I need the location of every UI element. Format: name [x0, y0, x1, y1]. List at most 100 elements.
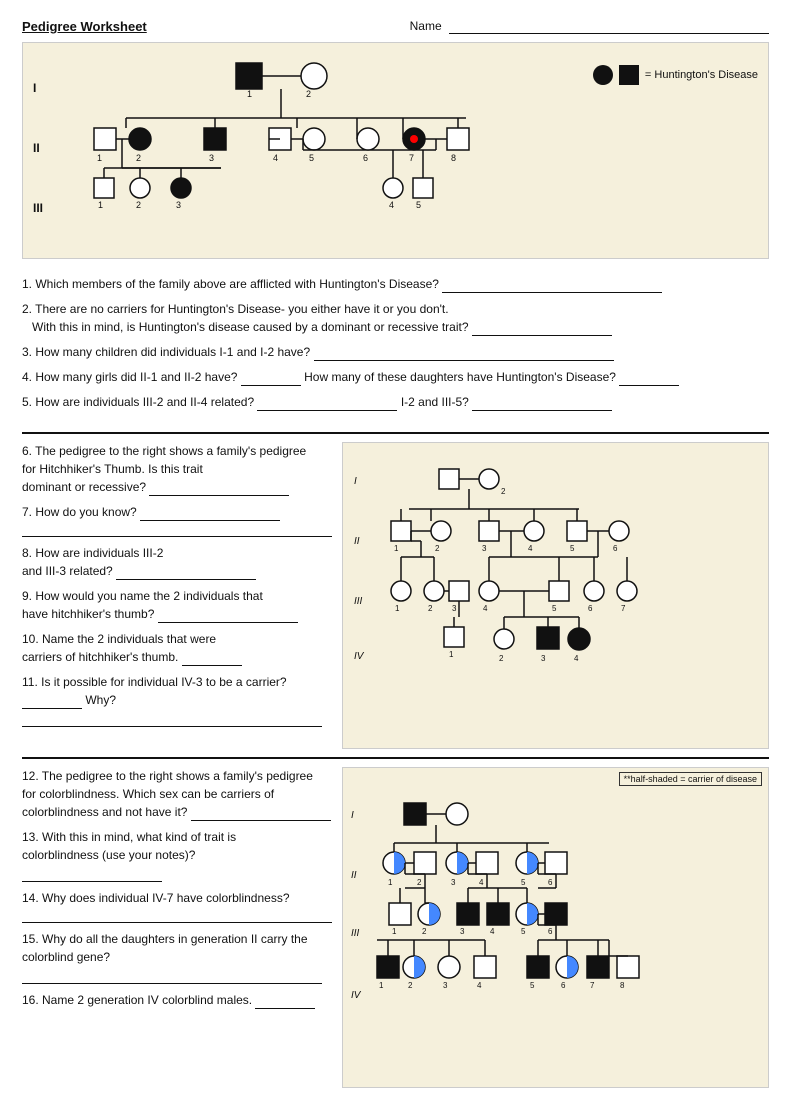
- legend-note: **half-shaded = carrier of disease: [619, 772, 762, 786]
- svg-text:4: 4: [483, 604, 488, 613]
- q2-answer[interactable]: [472, 322, 612, 336]
- pedigree3-svg: I II: [349, 788, 649, 1078]
- q12-text: 12. The pedigree to the right shows a fa…: [22, 767, 332, 785]
- svg-text:II: II: [354, 536, 360, 547]
- q10-answer[interactable]: [182, 652, 242, 666]
- q3-text: 3. How many children did individuals I-1…: [22, 345, 310, 359]
- q9-text2: have hitchhiker's thumb?: [22, 605, 332, 623]
- q10: 10. Name the 2 individuals that were car…: [22, 630, 332, 666]
- q14-text: 14. Why does individual IV-7 have colorb…: [22, 889, 332, 907]
- q6: 6. The pedigree to the right shows a fam…: [22, 442, 332, 496]
- q4-answer2[interactable]: [619, 372, 679, 386]
- q12-answer[interactable]: [191, 807, 331, 821]
- name-field: [449, 18, 769, 34]
- q11-answer1[interactable]: [22, 695, 82, 709]
- section3-questions: 12. The pedigree to the right shows a fa…: [22, 767, 332, 1088]
- question-1: 1. Which members of the family above are…: [22, 275, 769, 293]
- colorblindness-pedigree-section: **half-shaded = carrier of disease I II: [342, 767, 769, 1088]
- huntingtons-pedigree-section: I II III 1 2: [22, 42, 769, 259]
- q14-answer[interactable]: [22, 909, 332, 923]
- svg-text:2: 2: [136, 200, 141, 210]
- q6-answer[interactable]: [149, 482, 289, 496]
- svg-text:2: 2: [417, 878, 422, 887]
- svg-text:5: 5: [552, 604, 557, 613]
- q14: 14. Why does individual IV-7 have colorb…: [22, 889, 332, 923]
- q15-answer[interactable]: [22, 970, 322, 984]
- svg-text:2: 2: [435, 544, 440, 553]
- svg-text:5: 5: [521, 878, 526, 887]
- svg-text:IV: IV: [351, 990, 362, 1001]
- q6-text3: dominant or recessive?: [22, 478, 332, 496]
- question-2: 2. There are no carriers for Huntington'…: [22, 300, 769, 336]
- q8: 8. How are individuals III-2 and III-3 r…: [22, 544, 332, 580]
- q11-answer2[interactable]: [22, 713, 322, 727]
- svg-text:I: I: [354, 476, 357, 487]
- q4-answer1[interactable]: [241, 372, 301, 386]
- gen-III-label: III: [33, 201, 43, 215]
- q8-text: 8. How are individuals III-2: [22, 544, 332, 562]
- svg-text:2: 2: [306, 89, 311, 99]
- question-3: 3. How many children did individuals I-1…: [22, 343, 769, 361]
- svg-text:7: 7: [590, 981, 595, 990]
- svg-text:7: 7: [409, 153, 414, 163]
- svg-text:1: 1: [449, 650, 454, 659]
- pedigree2-svg: I 2 II: [349, 449, 669, 739]
- q13: 13. With this in mind, what kind of trai…: [22, 828, 332, 882]
- svg-text:3: 3: [482, 544, 487, 553]
- svg-text:1: 1: [247, 89, 252, 99]
- q2-line1: 2. There are no carriers for Huntington'…: [22, 300, 769, 318]
- q5-answer1[interactable]: [257, 397, 397, 411]
- svg-text:1: 1: [395, 604, 400, 613]
- svg-text:1: 1: [394, 544, 399, 553]
- q5-text: 5. How are individuals III-2 and II-4 re…: [22, 395, 254, 409]
- page-header: Pedigree Worksheet Name: [22, 18, 769, 34]
- q15: 15. Why do all the daughters in generati…: [22, 930, 332, 984]
- q3-answer[interactable]: [314, 347, 614, 361]
- q9: 9. How would you name the 2 individuals …: [22, 587, 332, 623]
- q7-answer1[interactable]: [140, 507, 280, 521]
- gen-II-label: II: [33, 141, 40, 155]
- q6-text2: for Hitchhiker's Thumb. Is this trait: [22, 460, 332, 478]
- q7-answer2[interactable]: [22, 523, 332, 537]
- q7-text: 7. How do you know?: [22, 503, 332, 521]
- q1-answer[interactable]: [442, 279, 662, 293]
- svg-text:2: 2: [428, 604, 433, 613]
- q13-answer[interactable]: [22, 868, 162, 882]
- q12: 12. The pedigree to the right shows a fa…: [22, 767, 332, 821]
- q10-text2: carriers of hitchhiker's thumb.: [22, 648, 332, 666]
- name-label: Name: [410, 18, 769, 34]
- svg-text:4: 4: [273, 153, 278, 163]
- q11-text: 11. Is it possible for individual IV-3 t…: [22, 673, 332, 727]
- svg-text:5: 5: [309, 153, 314, 163]
- q9-answer[interactable]: [158, 609, 298, 623]
- section3-layout: 12. The pedigree to the right shows a fa…: [22, 767, 769, 1088]
- svg-text:3: 3: [452, 604, 457, 613]
- svg-text:5: 5: [416, 200, 421, 210]
- svg-text:IV: IV: [354, 651, 365, 662]
- svg-text:8: 8: [451, 153, 456, 163]
- legend: = Huntington's Disease: [591, 63, 758, 87]
- q6-text: 6. The pedigree to the right shows a fam…: [22, 442, 332, 460]
- svg-text:1: 1: [392, 927, 397, 936]
- q16-answer[interactable]: [255, 995, 315, 1009]
- svg-text:7: 7: [621, 604, 626, 613]
- q5-answer2[interactable]: [472, 397, 612, 411]
- svg-text:1: 1: [98, 200, 103, 210]
- q8-answer[interactable]: [116, 566, 256, 580]
- hitchhikers-pedigree-section: I 2 II: [342, 442, 769, 749]
- svg-text:6: 6: [548, 878, 553, 887]
- q12-text3: colorblindness and not have it?: [22, 803, 332, 821]
- svg-text:3: 3: [176, 200, 181, 210]
- svg-text:III: III: [351, 928, 360, 939]
- svg-text:6: 6: [588, 604, 593, 613]
- q12-text2: for colorblindness. Which sex can be car…: [22, 785, 332, 803]
- q4-text: 4. How many girls did II-1 and II-2 have…: [22, 370, 237, 384]
- svg-text:II: II: [351, 870, 357, 881]
- section2-layout: 6. The pedigree to the right shows a fam…: [22, 442, 769, 749]
- svg-text:6: 6: [548, 927, 553, 936]
- svg-text:8: 8: [620, 981, 625, 990]
- question-5: 5. How are individuals III-2 and II-4 re…: [22, 393, 769, 411]
- section2-questions: 6. The pedigree to the right shows a fam…: [22, 442, 332, 749]
- q7: 7. How do you know?: [22, 503, 332, 537]
- q11: 11. Is it possible for individual IV-3 t…: [22, 673, 332, 727]
